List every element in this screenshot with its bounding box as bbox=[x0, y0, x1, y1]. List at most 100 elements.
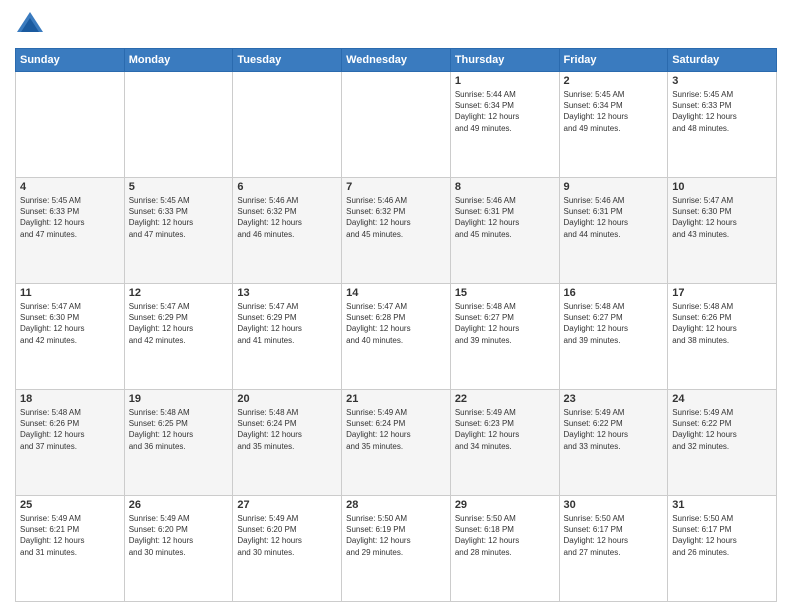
cell-w1-d2: 6 Sunrise: 5:46 AM Sunset: 6:32 PM Daylig… bbox=[233, 178, 342, 284]
col-wednesday: Wednesday bbox=[342, 49, 451, 72]
day-info-29: Sunrise: 5:50 AM Sunset: 6:18 PM Dayligh… bbox=[455, 513, 555, 558]
calendar-header: Sunday Monday Tuesday Wednesday Thursday… bbox=[16, 49, 777, 72]
cell-w1-d3: 7Sunrise: 5:46 AM Sunset: 6:32 PM Daylig… bbox=[342, 178, 451, 284]
day-number-24: 24 bbox=[672, 393, 772, 405]
header-row: Sunday Monday Tuesday Wednesday Thursday… bbox=[16, 49, 777, 72]
cell-w1-d5: 9Sunrise: 5:46 AM Sunset: 6:31 PM Daylig… bbox=[559, 178, 668, 284]
day-number-14: 14 bbox=[346, 287, 446, 299]
day-info-6: Sunrise: 5:46 AM Sunset: 6:32 PM Dayligh… bbox=[237, 195, 337, 240]
cell-w1-d1: 5 Sunrise: 5:45 AM Sunset: 6:33 PM Daylig… bbox=[124, 178, 233, 284]
cell-w2-d6: 17Sunrise: 5:48 AM Sunset: 6:26 PM Dayli… bbox=[668, 284, 777, 390]
header bbox=[15, 10, 777, 40]
day-info-19: Sunrise: 5:48 AM Sunset: 6:25 PM Dayligh… bbox=[129, 407, 229, 452]
week-row-1: 4 Sunrise: 5:45 AM Sunset: 6:33 PM Daylig… bbox=[16, 178, 777, 284]
cell-w4-d5: 30 Sunrise: 5:50 AM Sunset: 6:17 PM Dayli… bbox=[559, 496, 668, 602]
week-row-0: 1Sunrise: 5:44 AM Sunset: 6:34 PM Daylig… bbox=[16, 72, 777, 178]
col-friday: Friday bbox=[559, 49, 668, 72]
day-number-28: 28 bbox=[346, 499, 446, 511]
day-number-8: 8 bbox=[455, 181, 555, 193]
day-number-5: 5 bbox=[129, 181, 229, 193]
day-info-15: Sunrise: 5:48 AM Sunset: 6:27 PM Dayligh… bbox=[455, 301, 555, 346]
day-info-16: Sunrise: 5:48 AM Sunset: 6:27 PM Dayligh… bbox=[564, 301, 664, 346]
cell-w3-d0: 18 Sunrise: 5:48 AM Sunset: 6:26 PM Dayli… bbox=[16, 390, 125, 496]
week-row-2: 11 Sunrise: 5:47 AM Sunset: 6:30 PM Dayli… bbox=[16, 284, 777, 390]
cell-w2-d0: 11 Sunrise: 5:47 AM Sunset: 6:30 PM Dayli… bbox=[16, 284, 125, 390]
day-info-17: Sunrise: 5:48 AM Sunset: 6:26 PM Dayligh… bbox=[672, 301, 772, 346]
day-number-3: 3 bbox=[672, 75, 772, 87]
day-info-1: Sunrise: 5:44 AM Sunset: 6:34 PM Dayligh… bbox=[455, 89, 555, 134]
cell-w3-d6: 24 Sunrise: 5:49 AM Sunset: 6:22 PM Dayli… bbox=[668, 390, 777, 496]
day-number-4: 4 bbox=[20, 181, 120, 193]
day-info-14: Sunrise: 5:47 AM Sunset: 6:28 PM Dayligh… bbox=[346, 301, 446, 346]
cell-w1-d0: 4 Sunrise: 5:45 AM Sunset: 6:33 PM Daylig… bbox=[16, 178, 125, 284]
cell-w0-d0 bbox=[16, 72, 125, 178]
day-info-8: Sunrise: 5:46 AM Sunset: 6:31 PM Dayligh… bbox=[455, 195, 555, 240]
cell-w0-d2 bbox=[233, 72, 342, 178]
cell-w0-d1 bbox=[124, 72, 233, 178]
day-info-12: Sunrise: 5:47 AM Sunset: 6:29 PM Dayligh… bbox=[129, 301, 229, 346]
cell-w3-d3: 21Sunrise: 5:49 AM Sunset: 6:24 PM Dayli… bbox=[342, 390, 451, 496]
day-info-20: Sunrise: 5:48 AM Sunset: 6:24 PM Dayligh… bbox=[237, 407, 337, 452]
cell-w4-d3: 28 Sunrise: 5:50 AM Sunset: 6:19 PM Dayli… bbox=[342, 496, 451, 602]
day-info-22: Sunrise: 5:49 AM Sunset: 6:23 PM Dayligh… bbox=[455, 407, 555, 452]
cell-w4-d1: 26 Sunrise: 5:49 AM Sunset: 6:20 PM Dayli… bbox=[124, 496, 233, 602]
cell-w3-d4: 22 Sunrise: 5:49 AM Sunset: 6:23 PM Dayli… bbox=[450, 390, 559, 496]
cell-w4-d6: 31Sunrise: 5:50 AM Sunset: 6:17 PM Dayli… bbox=[668, 496, 777, 602]
day-number-30: 30 bbox=[564, 499, 664, 511]
day-number-25: 25 bbox=[20, 499, 120, 511]
cell-w0-d4: 1Sunrise: 5:44 AM Sunset: 6:34 PM Daylig… bbox=[450, 72, 559, 178]
day-number-16: 16 bbox=[564, 287, 664, 299]
day-info-5: Sunrise: 5:45 AM Sunset: 6:33 PM Dayligh… bbox=[129, 195, 229, 240]
day-info-27: Sunrise: 5:49 AM Sunset: 6:20 PM Dayligh… bbox=[237, 513, 337, 558]
col-saturday: Saturday bbox=[668, 49, 777, 72]
day-number-31: 31 bbox=[672, 499, 772, 511]
day-number-23: 23 bbox=[564, 393, 664, 405]
day-number-29: 29 bbox=[455, 499, 555, 511]
day-info-10: Sunrise: 5:47 AM Sunset: 6:30 PM Dayligh… bbox=[672, 195, 772, 240]
day-info-28: Sunrise: 5:50 AM Sunset: 6:19 PM Dayligh… bbox=[346, 513, 446, 558]
page: Sunday Monday Tuesday Wednesday Thursday… bbox=[0, 0, 792, 612]
day-info-7: Sunrise: 5:46 AM Sunset: 6:32 PM Dayligh… bbox=[346, 195, 446, 240]
day-number-15: 15 bbox=[455, 287, 555, 299]
day-number-26: 26 bbox=[129, 499, 229, 511]
week-row-3: 18 Sunrise: 5:48 AM Sunset: 6:26 PM Dayli… bbox=[16, 390, 777, 496]
day-number-20: 20 bbox=[237, 393, 337, 405]
cell-w0-d3 bbox=[342, 72, 451, 178]
day-info-23: Sunrise: 5:49 AM Sunset: 6:22 PM Dayligh… bbox=[564, 407, 664, 452]
day-info-24: Sunrise: 5:49 AM Sunset: 6:22 PM Dayligh… bbox=[672, 407, 772, 452]
cell-w4-d0: 25 Sunrise: 5:49 AM Sunset: 6:21 PM Dayli… bbox=[16, 496, 125, 602]
day-info-4: Sunrise: 5:45 AM Sunset: 6:33 PM Dayligh… bbox=[20, 195, 120, 240]
day-info-11: Sunrise: 5:47 AM Sunset: 6:30 PM Dayligh… bbox=[20, 301, 120, 346]
logo-icon bbox=[15, 10, 45, 40]
col-thursday: Thursday bbox=[450, 49, 559, 72]
cell-w2-d4: 15 Sunrise: 5:48 AM Sunset: 6:27 PM Dayli… bbox=[450, 284, 559, 390]
day-info-30: Sunrise: 5:50 AM Sunset: 6:17 PM Dayligh… bbox=[564, 513, 664, 558]
logo bbox=[15, 10, 49, 40]
day-info-13: Sunrise: 5:47 AM Sunset: 6:29 PM Dayligh… bbox=[237, 301, 337, 346]
cell-w4-d4: 29 Sunrise: 5:50 AM Sunset: 6:18 PM Dayli… bbox=[450, 496, 559, 602]
calendar-body: 1Sunrise: 5:44 AM Sunset: 6:34 PM Daylig… bbox=[16, 72, 777, 602]
day-info-2: Sunrise: 5:45 AM Sunset: 6:34 PM Dayligh… bbox=[564, 89, 664, 134]
cell-w0-d5: 2Sunrise: 5:45 AM Sunset: 6:34 PM Daylig… bbox=[559, 72, 668, 178]
cell-w2-d1: 12Sunrise: 5:47 AM Sunset: 6:29 PM Dayli… bbox=[124, 284, 233, 390]
day-info-25: Sunrise: 5:49 AM Sunset: 6:21 PM Dayligh… bbox=[20, 513, 120, 558]
cell-w1-d6: 10Sunrise: 5:47 AM Sunset: 6:30 PM Dayli… bbox=[668, 178, 777, 284]
day-number-22: 22 bbox=[455, 393, 555, 405]
cell-w2-d2: 13Sunrise: 5:47 AM Sunset: 6:29 PM Dayli… bbox=[233, 284, 342, 390]
day-number-11: 11 bbox=[20, 287, 120, 299]
day-number-27: 27 bbox=[237, 499, 337, 511]
day-number-6: 6 bbox=[237, 181, 337, 193]
cell-w2-d3: 14 Sunrise: 5:47 AM Sunset: 6:28 PM Dayli… bbox=[342, 284, 451, 390]
day-info-18: Sunrise: 5:48 AM Sunset: 6:26 PM Dayligh… bbox=[20, 407, 120, 452]
week-row-4: 25 Sunrise: 5:49 AM Sunset: 6:21 PM Dayli… bbox=[16, 496, 777, 602]
day-info-9: Sunrise: 5:46 AM Sunset: 6:31 PM Dayligh… bbox=[564, 195, 664, 240]
day-info-3: Sunrise: 5:45 AM Sunset: 6:33 PM Dayligh… bbox=[672, 89, 772, 134]
cell-w2-d5: 16 Sunrise: 5:48 AM Sunset: 6:27 PM Dayli… bbox=[559, 284, 668, 390]
cell-w1-d4: 8 Sunrise: 5:46 AM Sunset: 6:31 PM Daylig… bbox=[450, 178, 559, 284]
cell-w3-d2: 20 Sunrise: 5:48 AM Sunset: 6:24 PM Dayli… bbox=[233, 390, 342, 496]
day-info-26: Sunrise: 5:49 AM Sunset: 6:20 PM Dayligh… bbox=[129, 513, 229, 558]
col-sunday: Sunday bbox=[16, 49, 125, 72]
cell-w0-d6: 3 Sunrise: 5:45 AM Sunset: 6:33 PM Daylig… bbox=[668, 72, 777, 178]
cell-w3-d1: 19Sunrise: 5:48 AM Sunset: 6:25 PM Dayli… bbox=[124, 390, 233, 496]
day-number-18: 18 bbox=[20, 393, 120, 405]
